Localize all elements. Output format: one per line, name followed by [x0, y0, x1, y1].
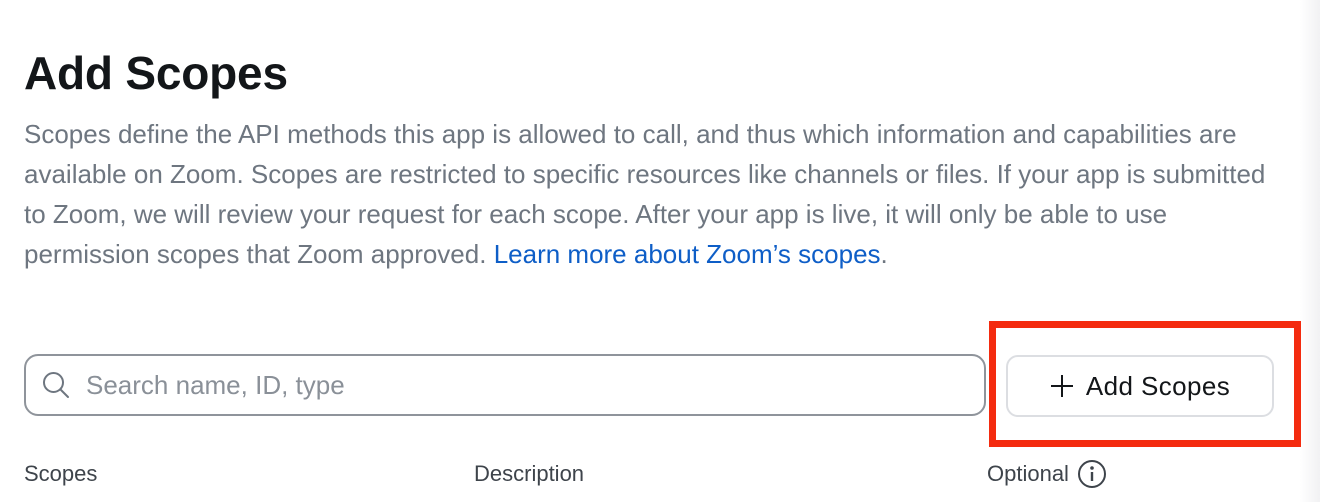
scopes-description: Scopes define the API methods this app i…	[24, 114, 1294, 274]
add-scopes-button[interactable]: Add Scopes	[1006, 355, 1274, 417]
column-header-optional-label: Optional	[987, 461, 1069, 486]
search-box[interactable]	[24, 354, 986, 416]
page-edge-shade	[1300, 0, 1320, 502]
search-icon	[40, 369, 72, 401]
column-header-optional: Optional	[987, 459, 1107, 489]
info-icon[interactable]	[1077, 459, 1107, 489]
column-header-scopes: Scopes	[24, 461, 98, 486]
page-title: Add Scopes	[24, 47, 288, 99]
plus-icon	[1050, 374, 1074, 398]
learn-more-link[interactable]: Learn more about Zoom’s scopes	[494, 239, 881, 269]
description-end: .	[880, 239, 888, 269]
search-input[interactable]	[86, 369, 926, 401]
add-scopes-button-label: Add Scopes	[1085, 370, 1231, 401]
column-header-description: Description	[474, 461, 585, 486]
